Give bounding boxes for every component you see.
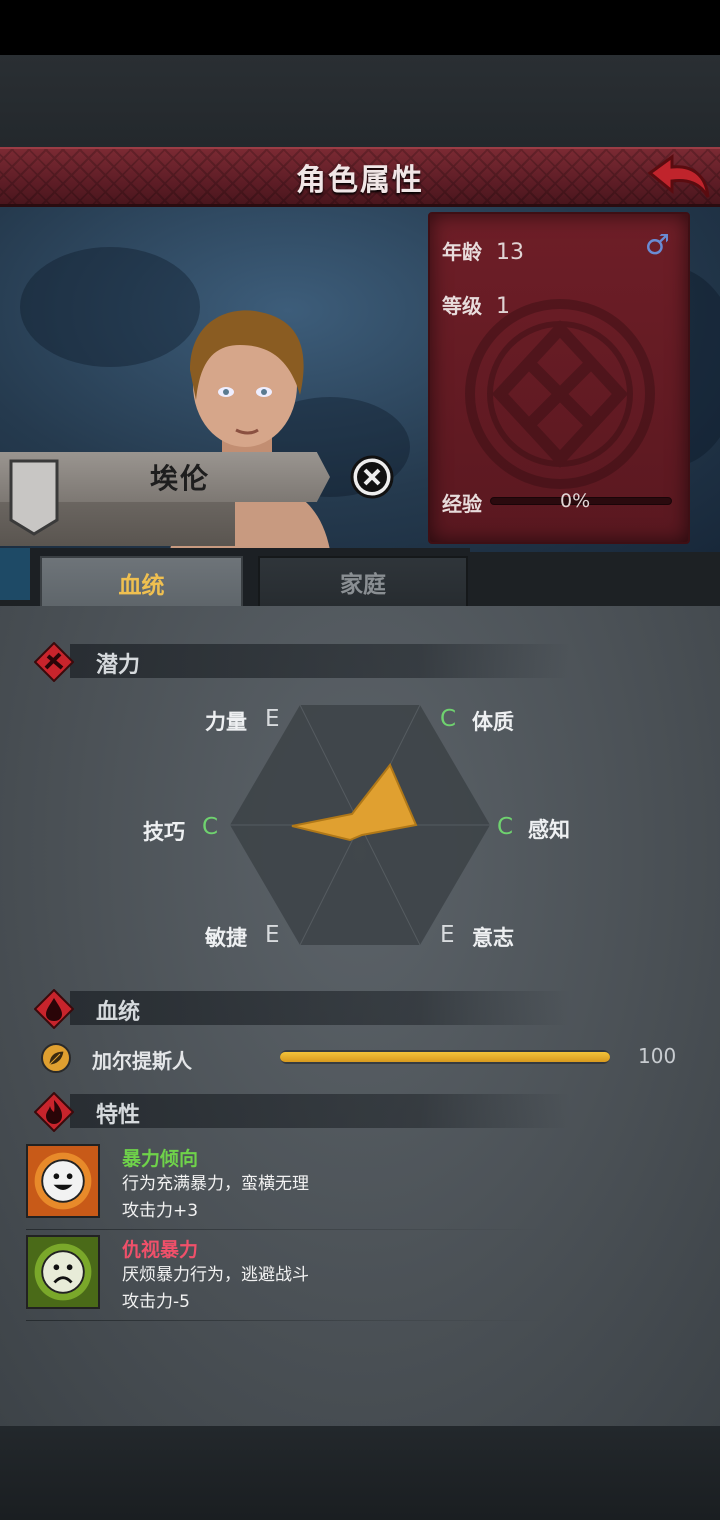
potential-title: 潜力 xyxy=(96,653,141,678)
blood-drop-icon xyxy=(34,989,74,1029)
celtic-knot-emblem xyxy=(465,299,655,489)
radar-chart xyxy=(230,704,490,946)
info-panel: 年龄 13 ♂ 等级 1 经验 0% xyxy=(428,212,690,544)
bloodline-bar-fill xyxy=(280,1052,610,1062)
tab-bloodline[interactable]: 血统 xyxy=(40,556,243,608)
tab-family[interactable]: 家庭 xyxy=(258,556,468,608)
bloodline-title: 血统 xyxy=(96,1000,141,1025)
trait-item[interactable]: 仇视暴力 厌烦暴力行为，逃避战斗 攻击力-5 xyxy=(26,1235,626,1313)
stat-constitution-grade: C xyxy=(440,706,457,732)
header-background xyxy=(0,55,720,147)
male-gender-icon: ♂ xyxy=(644,228,670,261)
back-arrow-icon[interactable] xyxy=(646,153,712,201)
flame-icon xyxy=(34,1092,74,1132)
title-banner: 角色属性 xyxy=(0,147,720,207)
bloodline-section-header: 血统 xyxy=(30,987,570,1029)
divider xyxy=(26,1229,546,1230)
stat-agility-grade: E xyxy=(265,922,280,948)
leaf-badge-icon xyxy=(41,1043,71,1073)
bottom-bar xyxy=(0,1426,720,1520)
stat-agility-label: 敏捷 xyxy=(205,926,247,950)
potential-section-header: 潜力 xyxy=(30,640,570,682)
trait-description: 厌烦暴力行为，逃避战斗 xyxy=(122,1265,309,1285)
status-bar xyxy=(0,0,720,55)
close-icon[interactable] xyxy=(350,455,394,499)
age-value: 13 xyxy=(496,240,524,265)
sad-face-icon xyxy=(26,1235,100,1309)
stat-strength-grade: E xyxy=(265,706,280,732)
potential-icon xyxy=(34,642,74,682)
age-label: 年龄 xyxy=(442,240,482,264)
bloodline-value: 100 xyxy=(638,1044,677,1068)
bloodline-name: 加尔提斯人 xyxy=(92,1049,192,1073)
exp-label: 经验 xyxy=(442,492,482,516)
page-title: 角色属性 xyxy=(296,162,424,198)
trait-description: 行为充满暴力，蛮横无理 xyxy=(122,1174,309,1194)
stat-constitution-label: 体质 xyxy=(472,710,514,734)
trait-item[interactable]: 暴力倾向 行为充满暴力，蛮横无理 攻击力+3 xyxy=(26,1144,626,1222)
trait-effect: 攻击力+3 xyxy=(122,1201,199,1221)
divider xyxy=(26,1320,546,1321)
smile-face-icon xyxy=(26,1144,100,1218)
stat-skill-grade: C xyxy=(202,814,219,840)
traits-title: 特性 xyxy=(96,1103,141,1128)
exp-percent: 0% xyxy=(560,490,591,512)
stat-perception-label: 感知 xyxy=(528,818,570,842)
stat-perception-grade: C xyxy=(497,814,514,840)
stat-skill-label: 技巧 xyxy=(143,820,185,844)
level-value: 1 xyxy=(496,294,510,319)
stat-will-label: 意志 xyxy=(472,926,514,950)
bloodline-bar xyxy=(280,1050,610,1064)
trait-effect: 攻击力-5 xyxy=(122,1292,190,1312)
trait-name: 仇视暴力 xyxy=(122,1239,199,1261)
trait-name: 暴力倾向 xyxy=(122,1148,199,1170)
character-name: 埃伦 xyxy=(149,462,210,495)
stat-strength-label: 力量 xyxy=(205,710,247,734)
bloodline-row: 加尔提斯人 100 xyxy=(40,1040,690,1076)
level-label: 等级 xyxy=(442,294,482,318)
traits-section-header: 特性 xyxy=(30,1090,570,1132)
stat-will-grade: E xyxy=(440,922,455,948)
shield-icon[interactable] xyxy=(8,458,60,536)
